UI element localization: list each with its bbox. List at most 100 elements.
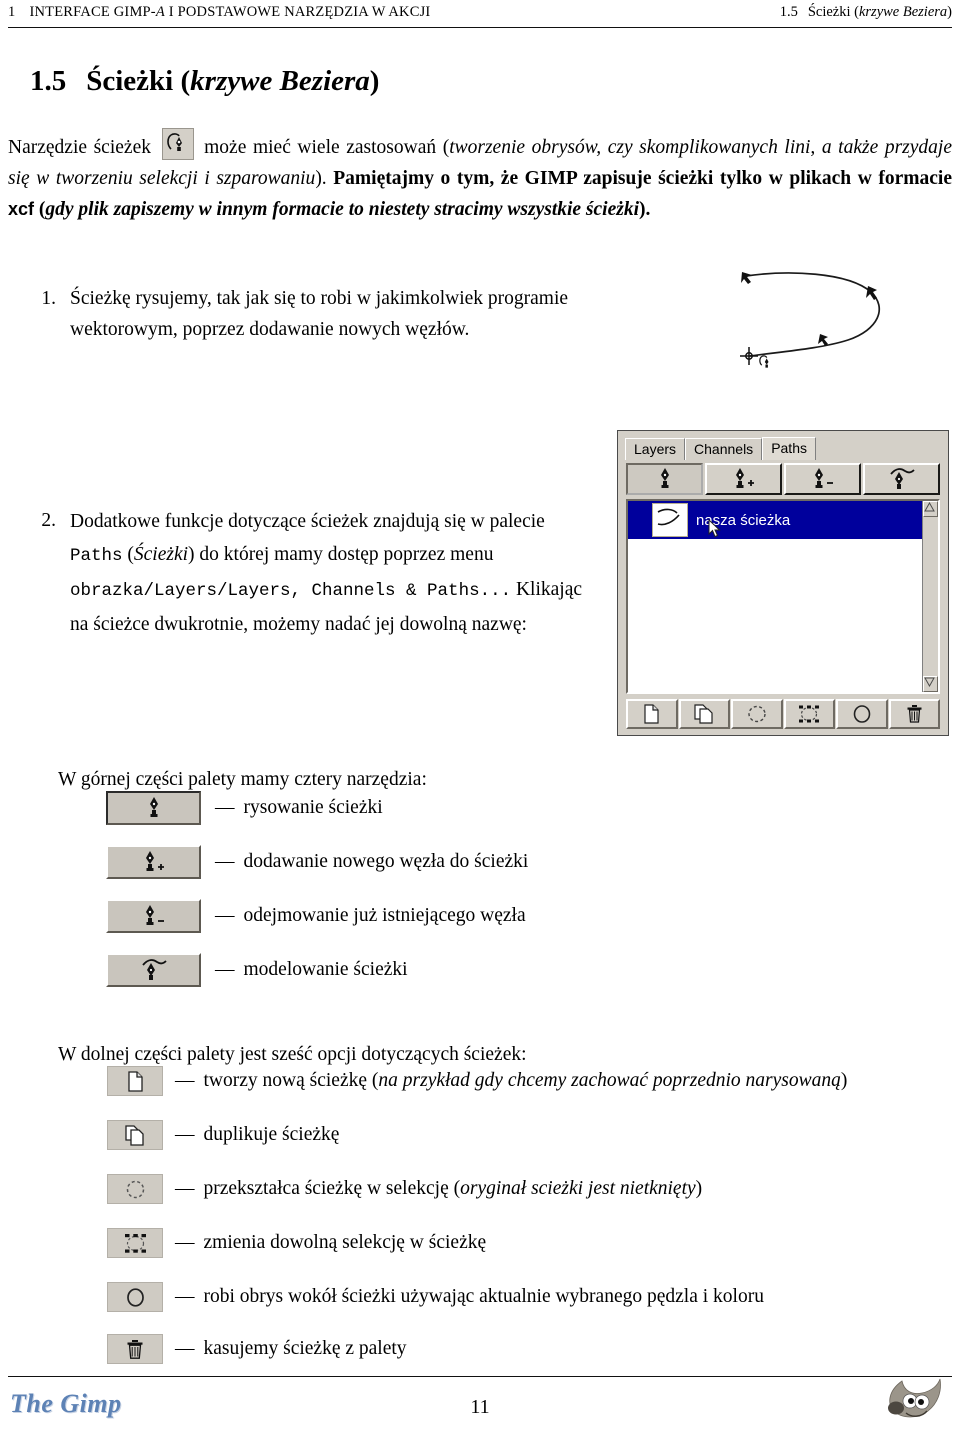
running-header-right: 1.5 Ścieżki (krzywe Beziera) (780, 4, 952, 21)
trash-icon (126, 1339, 144, 1360)
selection-to-path-button[interactable] (107, 1228, 163, 1258)
scroll-down-button[interactable] (923, 676, 938, 692)
running-section-number: 1.5 (779, 4, 798, 20)
duplicate-pages-icon (694, 704, 715, 724)
bottom-options-heading: W dolnej części palety jest sześć opcji … (58, 1043, 527, 1065)
legend-row-edit-path: — modelowanie ścieżki (106, 953, 408, 987)
duplicate-path-button[interactable] (107, 1120, 163, 1150)
paths-dialog[interactable]: Layers Channels Paths nasza ścieżka (617, 430, 949, 736)
option-dash: — (175, 1178, 195, 1199)
pen-nib-minus-icon (140, 903, 168, 929)
legend-row-draw-path: — rysowanie ścieżki (106, 791, 383, 825)
remove-node-button[interactable] (106, 899, 201, 933)
bezier-curve-figure (728, 258, 898, 370)
pen-nib-curve-icon (888, 467, 916, 491)
circle-outline-icon (852, 704, 872, 724)
running-section-title-close: ) (947, 4, 952, 20)
footer-rule (8, 1376, 952, 1377)
option-row-delete-path: — kasujemy ścieżkę z palety (107, 1334, 407, 1364)
legend-text: dodawanie nowego węzła do ścieżki (243, 851, 529, 872)
intro-bold-3: ). (639, 198, 651, 220)
pen-nib-plus-icon (731, 467, 757, 491)
dialog-bottom-row (626, 699, 940, 729)
dialog-tool-row (626, 463, 940, 495)
section-title-italic: krzywe Beziera (190, 65, 370, 98)
draw-path-button[interactable] (626, 463, 703, 495)
path-list[interactable]: nasza ścieżka (626, 499, 940, 694)
legend-label: — odejmowanie już istniejącego węzła (215, 905, 526, 927)
new-page-icon (127, 1070, 144, 1092)
new-path-button[interactable] (107, 1066, 163, 1096)
delete-path-button[interactable] (888, 699, 940, 729)
option-text: przekształca ścieżkę w selekcję ( (203, 1178, 461, 1199)
pen-nib-curve-icon (139, 957, 169, 983)
option-text-italic: na przykład gdy chcemy zachować poprzedn… (378, 1070, 841, 1091)
intro-paragraph: Narzędzie ścieżek może mieć wiele zastos… (8, 127, 952, 225)
add-node-button[interactable] (106, 845, 201, 879)
intro-xcf-format: xcf (8, 198, 35, 219)
option-text-close: ) (695, 1178, 703, 1199)
path-to-selection-button[interactable] (107, 1174, 163, 1204)
item2-menu-path: obrazka/Layers/Layers, Channels & Paths.… (70, 581, 512, 601)
tab-channels[interactable]: Channels (685, 438, 763, 460)
option-row-duplicate-path: — duplikuje ścieżkę (107, 1120, 339, 1150)
tab-layers[interactable]: Layers (625, 438, 686, 460)
header-rule (8, 27, 952, 28)
edit-path-button[interactable] (863, 463, 940, 495)
running-header: 1 INTERFACE GIMP-A I PODSTAWOWE NARZĘDZIA… (8, 4, 952, 28)
option-dash: — (175, 1124, 195, 1145)
stroke-path-button[interactable] (836, 699, 888, 729)
item2-seg3: ) do której mamy dostęp poprzez menu (188, 544, 494, 565)
option-text: zmienia dowolną selekcję w ścieżkę (203, 1232, 487, 1253)
section-number: 1.5 (30, 65, 67, 98)
item2-italic: Ścieżki (133, 544, 189, 565)
list-item-text: Ścieżkę rysujemy, tak jak się to robi w … (70, 288, 569, 340)
remove-node-button[interactable] (784, 463, 861, 495)
item2-seg2: ( (122, 544, 134, 565)
intro-bold-italic-1: gdy plik zapiszemy w innym formacie to n… (45, 198, 640, 220)
legend-dash: — (215, 851, 235, 872)
option-dash: — (175, 1286, 195, 1307)
path-to-selection-button[interactable] (731, 699, 783, 729)
legend-row-add-node: — dodawanie nowego węzła do ścieżki (106, 845, 528, 879)
edit-path-button[interactable] (106, 953, 201, 987)
option-label: — tworzy nową ścieżkę (na przykład gdy ch… (175, 1070, 847, 1092)
chapter-number: 1 (8, 4, 16, 20)
duplicate-pages-icon (124, 1124, 146, 1146)
option-row-stroke-path: — robi obrys wokół ścieżki używając aktua… (107, 1282, 764, 1312)
tab-paths[interactable]: Paths (762, 437, 816, 460)
dashed-circle-icon (747, 704, 767, 724)
legend-dash: — (215, 797, 235, 818)
running-header-left: 1 INTERFACE GIMP-A I PODSTAWOWE NARZĘDZIA… (8, 4, 430, 21)
selection-nodes-icon (124, 1233, 147, 1254)
option-text: tworzy nową ścieżkę ( (203, 1070, 379, 1091)
option-dash: — (175, 1070, 195, 1091)
add-node-button[interactable] (705, 463, 782, 495)
legend-dash: — (215, 959, 235, 980)
option-row-path-to-selection: — przekształca ścieżkę w selekcję (orygin… (107, 1174, 702, 1204)
legend-text: odejmowanie już istniejącego węzła (243, 905, 526, 926)
item2-seg1: Dodatkowe funkcje dotyczące ścieżek znaj… (70, 511, 545, 532)
draw-path-button[interactable] (106, 791, 201, 825)
wilber-mascot-icon (882, 1375, 946, 1427)
pen-nib-minus-icon (810, 467, 836, 491)
option-label: — zmienia dowolną selekcję w ścieżkę (175, 1232, 486, 1254)
list-item: 2. Dodatkowe funkcje dotyczące ścieżek z… (22, 505, 602, 641)
option-label: — robi obrys wokół ścieżki używając aktua… (175, 1286, 764, 1308)
vertical-scrollbar[interactable] (922, 501, 938, 692)
stroke-path-button[interactable] (107, 1282, 163, 1312)
new-path-button[interactable] (626, 699, 678, 729)
delete-path-button[interactable] (107, 1334, 163, 1364)
duplicate-path-button[interactable] (678, 699, 730, 729)
option-row-new-path: — tworzy nową ścieżkę (na przykład gdy ch… (107, 1066, 847, 1096)
selection-to-path-button[interactable] (783, 699, 835, 729)
mouse-cursor-icon (708, 519, 722, 539)
list-item[interactable]: nasza ścieżka (628, 501, 922, 539)
intro-bold-2: ( (34, 198, 46, 220)
chapter-title-italic: A (155, 4, 165, 20)
item2-paths-keyword: Paths (70, 546, 123, 566)
list-item-marker: 2. (41, 510, 56, 531)
legend-label: — modelowanie ścieżki (215, 959, 408, 981)
section-title-close: ) (369, 65, 380, 98)
scroll-up-button[interactable] (923, 501, 938, 517)
